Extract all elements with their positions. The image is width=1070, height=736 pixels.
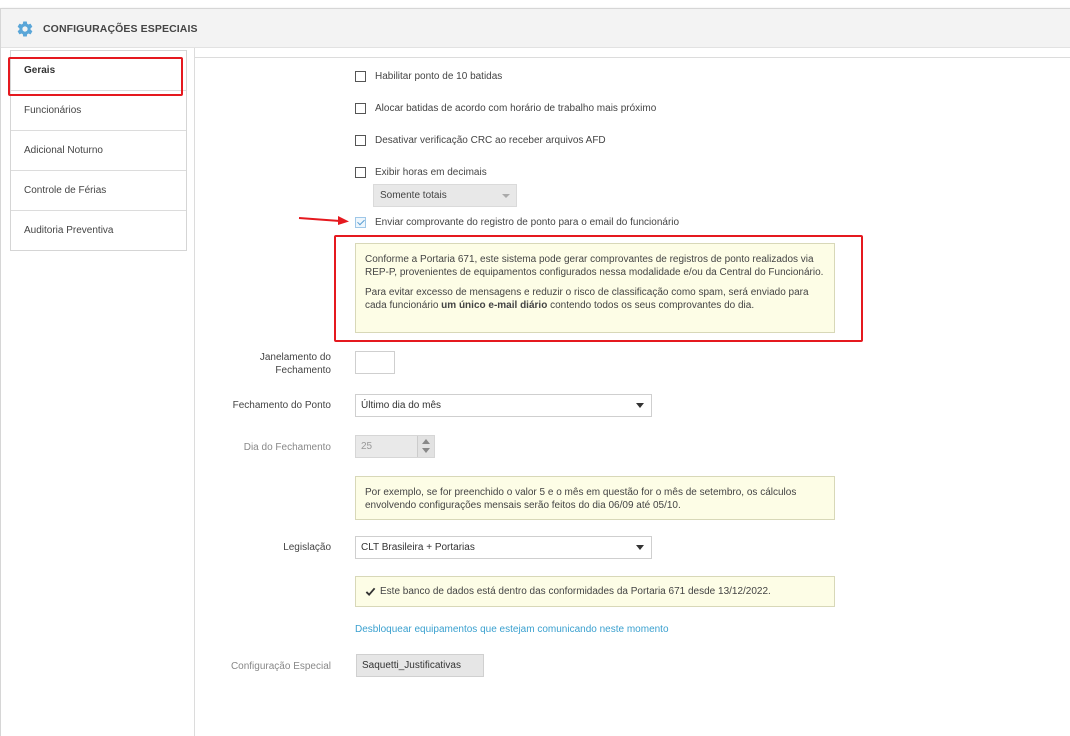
conformidade-info-box: Este banco de dados está dentro das conf… [355, 576, 835, 607]
dia-fechamento-stepper[interactable]: 25 [355, 435, 435, 458]
label-text: Janelamento do Fechamento [259, 352, 331, 376]
content-divider [194, 48, 195, 736]
chevron-down-icon[interactable] [422, 448, 430, 453]
option-label: Desativar verificação CRC ao receber arq… [375, 134, 606, 146]
option-10-batidas: Habilitar ponto de 10 batidas [355, 69, 502, 83]
page: CONFIGURAÇÕES ESPECIAIS Gerais Funcionár… [0, 0, 1070, 736]
gear-icon [17, 21, 33, 37]
sidebar-item-label: Funcionários [24, 105, 82, 116]
chevron-down-icon [636, 403, 644, 408]
janelamento-label: Janelamento do Fechamento [249, 351, 331, 377]
check-icon [365, 587, 376, 596]
sidebar-item-label: Gerais [24, 65, 56, 76]
option-enviar-comprovante: Enviar comprovante do registro de ponto … [355, 215, 679, 229]
option-label: Enviar comprovante do registro de ponto … [375, 216, 680, 228]
stepper-buttons[interactable] [417, 436, 434, 457]
config-especial-label: Configuração Especial [230, 661, 331, 672]
chevron-down-icon [502, 194, 510, 198]
sidebar-item-gerais[interactable]: Gerais [11, 51, 186, 91]
desbloquear-link[interactable]: Desbloquear equipamentos que estejam com… [355, 624, 669, 635]
conformidade-text: Este banco de dados está dentro das conf… [380, 586, 771, 597]
checkbox-enviar-comprovante[interactable] [355, 216, 366, 228]
option-horas-decimais: Exibir horas em decimais [355, 165, 487, 179]
checkbox-alocar-batidas[interactable] [355, 102, 366, 114]
janelamento-input[interactable] [355, 351, 395, 374]
option-alocar-batidas: Alocar batidas de acordo com horário de … [355, 101, 656, 115]
info-text: contendo todos os seus comprovantes do d… [550, 300, 755, 311]
checkbox-horas-decimais[interactable] [355, 166, 366, 178]
config-especial-value: Saquetti_Justificativas [356, 654, 484, 677]
content-top-border [194, 57, 1070, 58]
select-value: Somente totais [380, 190, 447, 201]
settings-sidebar: Gerais Funcionários Adicional Noturno Co… [10, 50, 187, 251]
legislacao-label: Legislação [283, 542, 331, 553]
option-label: Alocar batidas de acordo com horário de … [375, 102, 657, 114]
portaria-info-box: Conforme a Portaria 671, este sistema po… [355, 243, 835, 333]
checkbox-desativar-crc[interactable] [355, 134, 366, 146]
dia-fechamento-label: Dia do Fechamento [243, 442, 331, 453]
select-value: CLT Brasileira + Portarias [361, 542, 475, 553]
fechamento-label: Fechamento do Ponto [232, 400, 331, 411]
select-value: Último dia do mês [361, 400, 442, 411]
chevron-down-icon [636, 545, 644, 550]
info-paragraph-2: Para evitar excesso de mensagens e reduz… [365, 286, 825, 312]
checkbox-10-batidas[interactable] [355, 70, 366, 82]
option-label: Exibir horas em decimais [375, 166, 487, 178]
option-desativar-crc: Desativar verificação CRC ao receber arq… [355, 133, 606, 147]
example-text: Por exemplo, se for preenchido o valor 5… [365, 487, 797, 511]
sidebar-item-label: Controle de Férias [24, 185, 107, 196]
page-header: CONFIGURAÇÕES ESPECIAIS [1, 9, 1070, 48]
sidebar-item-controle-ferias[interactable]: Controle de Férias [11, 171, 186, 211]
fechamento-select[interactable]: Último dia do mês [355, 394, 652, 417]
decimal-mode-select[interactable]: Somente totais [373, 184, 517, 207]
page-title: CONFIGURAÇÕES ESPECIAIS [43, 23, 198, 35]
sidebar-item-adicional-noturno[interactable]: Adicional Noturno [11, 131, 186, 171]
example-info-box: Por exemplo, se for preenchido o valor 5… [355, 476, 835, 520]
option-label: Habilitar ponto de 10 batidas [375, 70, 503, 82]
sidebar-item-label: Auditoria Preventiva [24, 225, 114, 236]
arrow-icon [298, 216, 349, 225]
info-bold-text: um único e-mail diário [441, 300, 548, 311]
stepper-value: 25 [361, 441, 373, 452]
sidebar-item-funcionarios[interactable]: Funcionários [11, 91, 186, 131]
chevron-up-icon[interactable] [422, 439, 430, 444]
legislacao-select[interactable]: CLT Brasileira + Portarias [355, 536, 652, 559]
sidebar-item-label: Adicional Noturno [24, 145, 103, 156]
sidebar-item-auditoria-preventiva[interactable]: Auditoria Preventiva [11, 211, 186, 250]
info-paragraph-1: Conforme a Portaria 671, este sistema po… [365, 254, 824, 278]
